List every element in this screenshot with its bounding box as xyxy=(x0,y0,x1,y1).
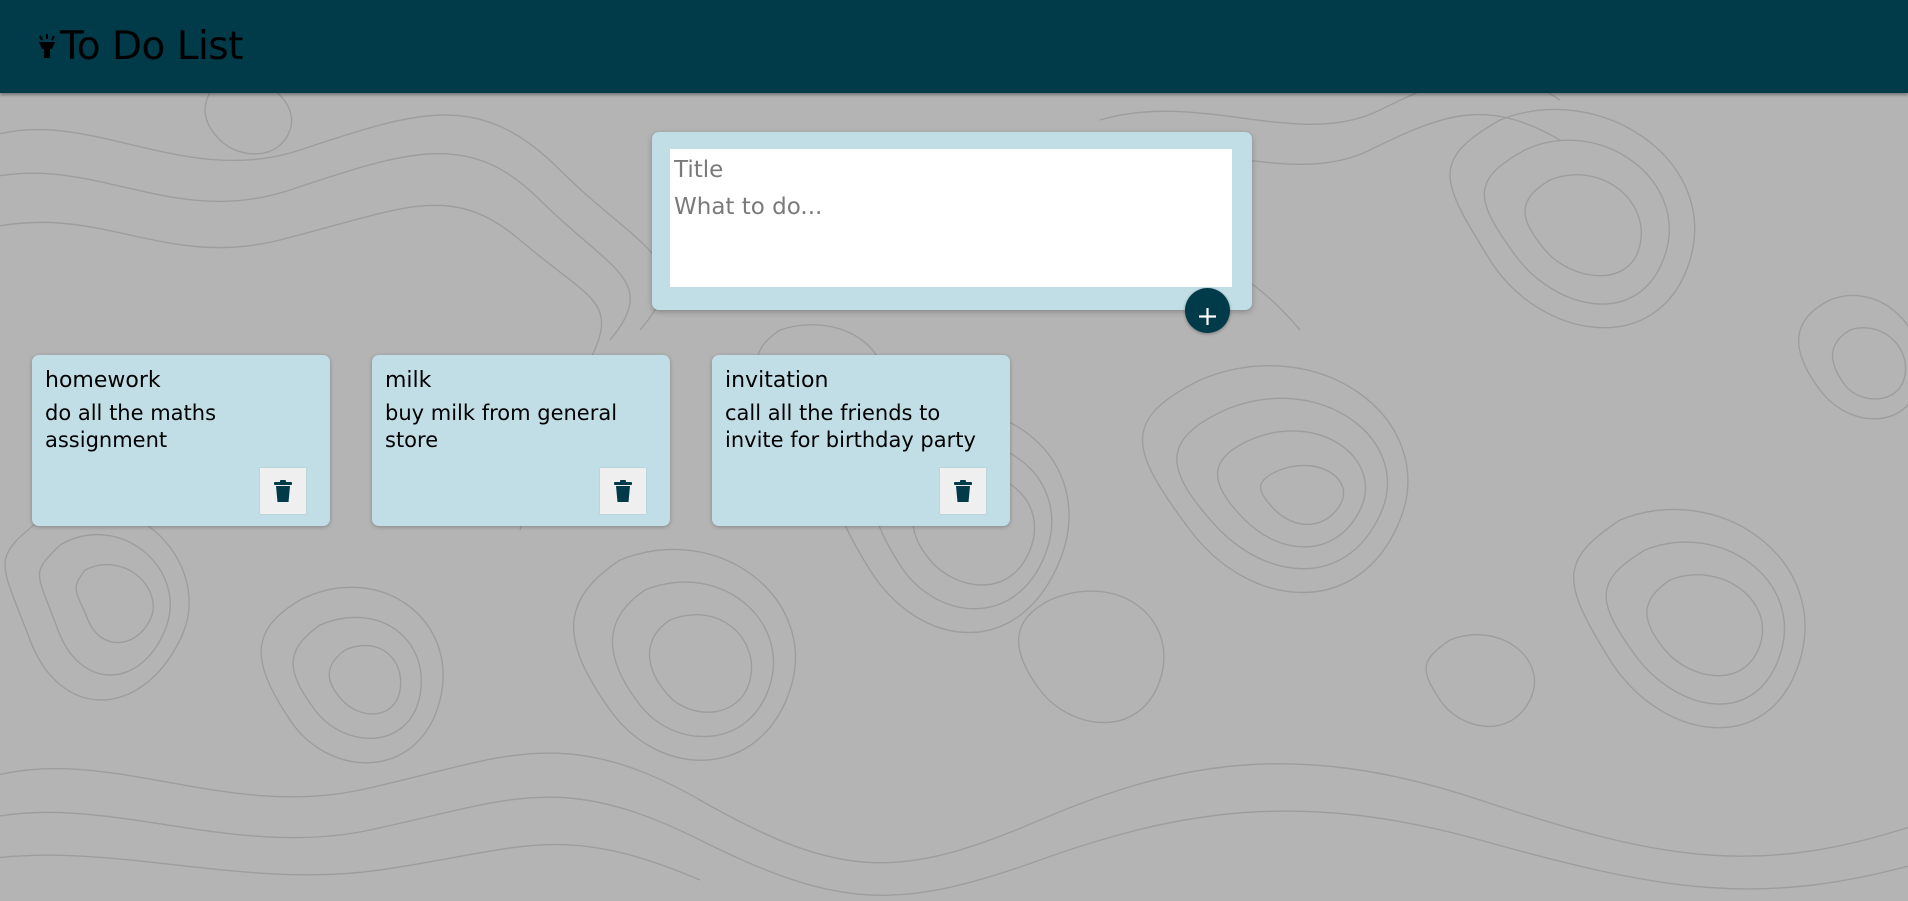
note-card: invitation call all the friends to invit… xyxy=(712,355,1010,526)
content-textarea[interactable] xyxy=(674,194,1224,282)
delete-note-button[interactable] xyxy=(600,468,646,514)
app-header: To Do List xyxy=(0,0,1908,93)
add-note-button[interactable] xyxy=(1185,288,1230,333)
composer-form xyxy=(670,149,1232,287)
note-title: homework xyxy=(45,368,161,393)
note-card: homework do all the maths assignment xyxy=(32,355,330,526)
note-composer xyxy=(652,132,1252,310)
delete-note-button[interactable] xyxy=(260,468,306,514)
lamp-icon xyxy=(39,34,55,58)
note-card: milk buy milk from general store xyxy=(372,355,670,526)
plus-icon xyxy=(1199,307,1216,325)
trash-icon xyxy=(274,480,292,502)
trash-icon xyxy=(614,480,632,502)
note-title: milk xyxy=(385,368,432,393)
note-content: buy milk from general store xyxy=(385,401,618,452)
trash-icon xyxy=(954,480,972,502)
title-input[interactable] xyxy=(674,154,1224,186)
delete-note-button[interactable] xyxy=(940,468,986,514)
app-title: To Do List xyxy=(60,24,243,69)
note-content: do all the maths assignment xyxy=(45,401,217,452)
note-content: call all the friends to invite for birth… xyxy=(725,401,976,452)
note-title: invitation xyxy=(725,368,829,393)
